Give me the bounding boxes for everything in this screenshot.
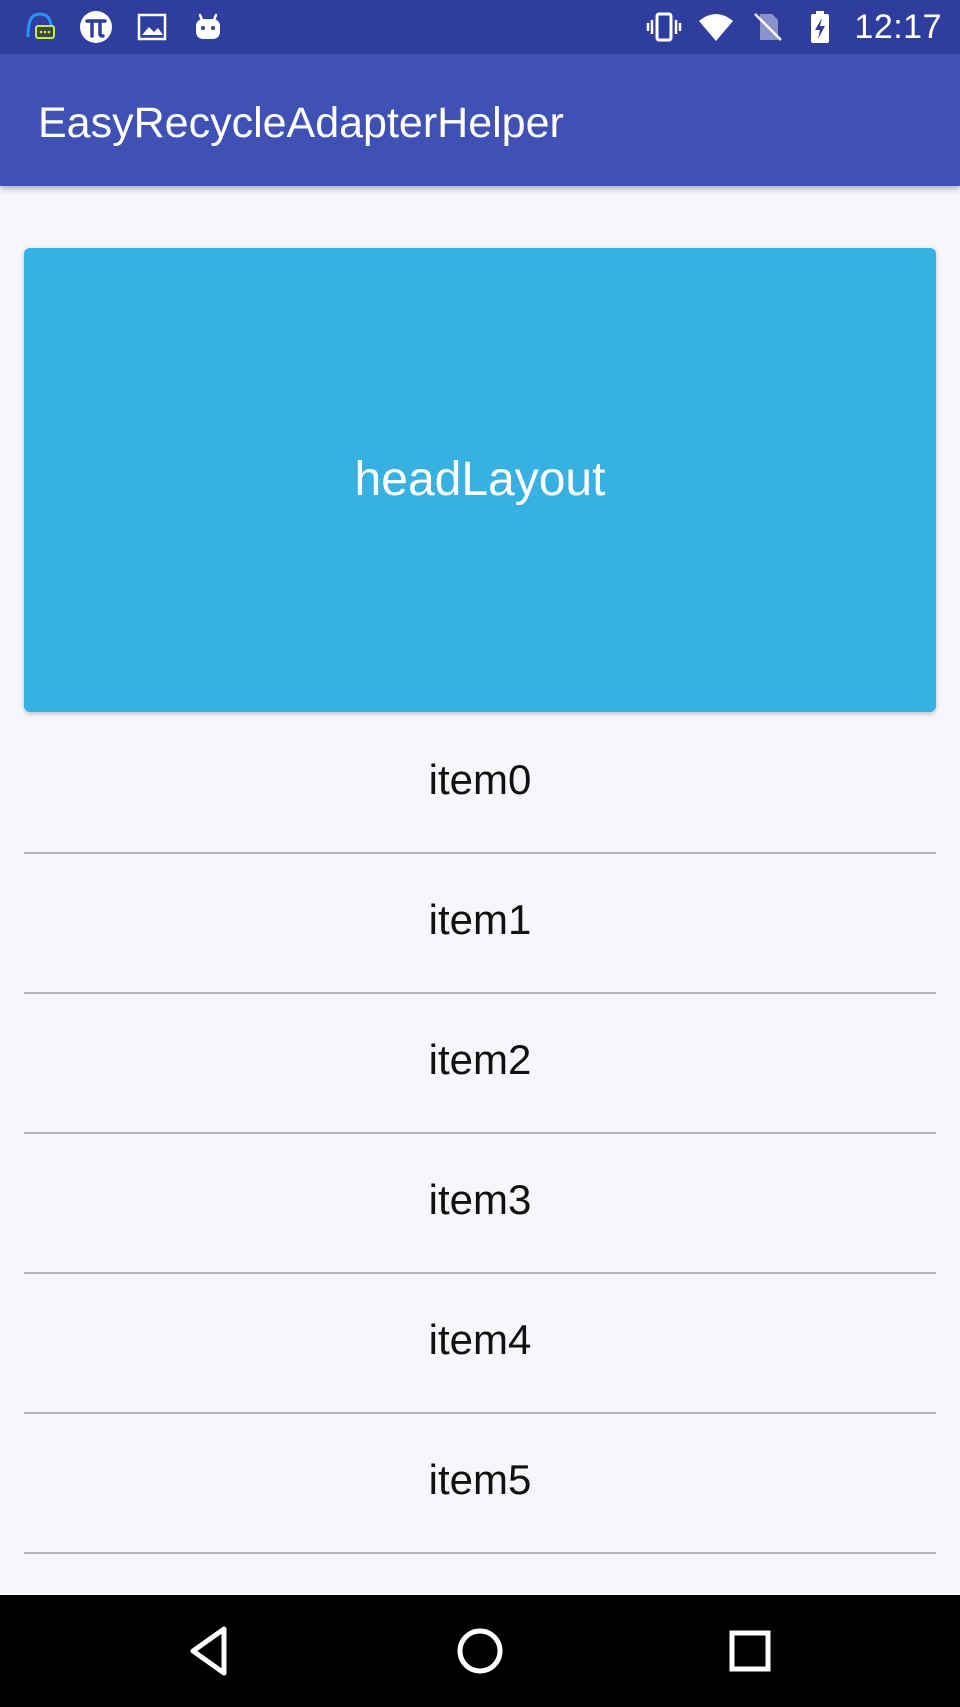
list-item-label: item2 — [428, 1036, 532, 1083]
list-item-label: item0 — [428, 756, 532, 803]
recycler-view[interactable]: headLayout item0 item1 item2 item3 item4… — [0, 186, 960, 1595]
navigation-bar — [0, 1595, 960, 1707]
list-item[interactable]: item2 — [24, 994, 936, 1134]
list-item[interactable]: item3 — [24, 1134, 936, 1274]
back-icon[interactable] — [180, 1621, 240, 1681]
head-layout-card[interactable]: headLayout — [24, 248, 936, 712]
status-system-icons: 12:17 — [646, 7, 942, 47]
status-bar: 12:17 — [0, 0, 960, 54]
pi-icon — [80, 11, 112, 43]
recents-icon[interactable] — [720, 1621, 780, 1681]
head-layout-label: headLayout — [354, 453, 606, 506]
home-icon[interactable] — [450, 1621, 510, 1681]
battery-charging-icon — [811, 11, 830, 43]
app-title: EasyRecycleAdapterHelper — [38, 99, 564, 147]
screen: 12:17 EasyRecycleAdapterHelper headLayou… — [0, 0, 960, 1707]
wifi-icon — [699, 14, 734, 41]
no-sim-icon — [754, 13, 783, 41]
list-item[interactable]: item4 — [24, 1274, 936, 1414]
list-item[interactable]: item0 — [24, 714, 936, 854]
app-bar: EasyRecycleAdapterHelper — [0, 54, 960, 186]
list-item-label: item4 — [428, 1316, 532, 1363]
list-item[interactable]: item1 — [24, 854, 936, 994]
list-item-label: item3 — [428, 1176, 532, 1223]
status-clock: 12:17 — [854, 8, 942, 46]
android-icon — [196, 13, 220, 39]
list-item[interactable]: item5 — [24, 1414, 936, 1554]
image-icon — [137, 13, 167, 41]
status-notification-icons — [22, 7, 226, 47]
list-item-label: item5 — [428, 1456, 532, 1503]
item-list: item0 item1 item2 item3 item4 item5 — [24, 714, 936, 1554]
vibrate-icon — [647, 12, 682, 42]
list-item-label: item1 — [428, 896, 532, 943]
chat-notification-icon — [26, 12, 55, 39]
